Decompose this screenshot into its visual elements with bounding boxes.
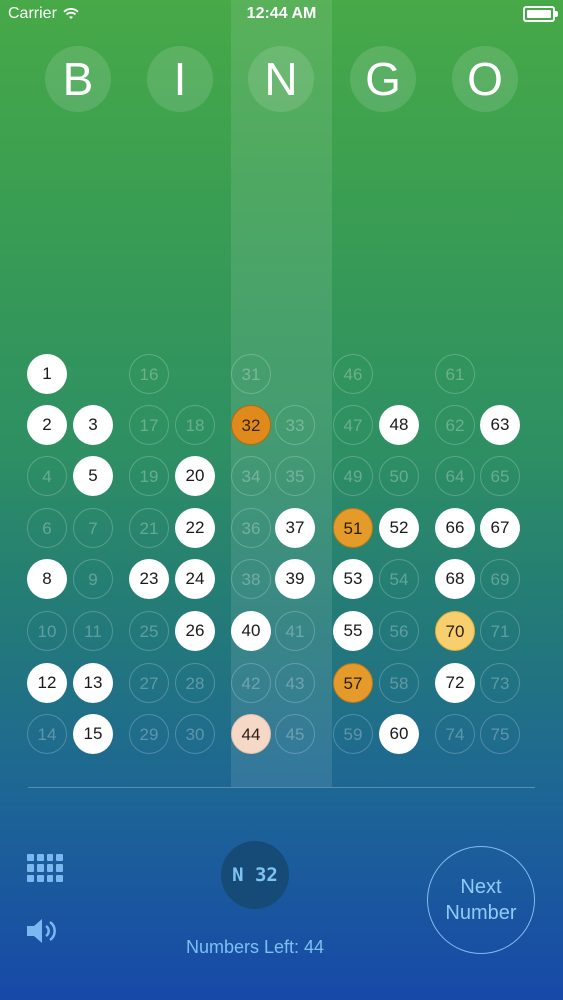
ball-63: 63	[480, 405, 520, 445]
ball-50: 50	[379, 456, 419, 496]
ball-45: 45	[275, 714, 315, 754]
header-letter-g: G	[350, 46, 416, 112]
ball-20: 20	[175, 456, 215, 496]
ball-24: 24	[175, 559, 215, 599]
ball-64: 64	[435, 456, 475, 496]
ball-51: 51	[333, 508, 373, 548]
ball-3: 3	[73, 405, 113, 445]
ball-66: 66	[435, 508, 475, 548]
ball-9: 9	[73, 559, 113, 599]
ball-22: 22	[175, 508, 215, 548]
ball-16: 16	[129, 354, 169, 394]
ball-15: 15	[73, 714, 113, 754]
ball-52: 52	[379, 508, 419, 548]
ball-65: 65	[480, 456, 520, 496]
next-number-button[interactable]: Next Number	[427, 846, 535, 954]
ball-11: 11	[73, 611, 113, 651]
ball-26: 26	[175, 611, 215, 651]
ball-70: 70	[435, 611, 475, 651]
ball-34: 34	[231, 456, 271, 496]
ball-18: 18	[175, 405, 215, 445]
ball-61: 61	[435, 354, 475, 394]
ball-10: 10	[27, 611, 67, 651]
ball-58: 58	[379, 663, 419, 703]
ball-54: 54	[379, 559, 419, 599]
header-letter-o: O	[452, 46, 518, 112]
bingo-header: BINGO	[0, 46, 563, 112]
battery-icon	[523, 6, 558, 22]
ball-33: 33	[275, 405, 315, 445]
status-bar: Carrier 12:44 AM	[0, 0, 563, 30]
ball-56: 56	[379, 611, 419, 651]
ball-48: 48	[379, 405, 419, 445]
ball-30: 30	[175, 714, 215, 754]
grid-icon	[27, 854, 34, 862]
ball-59: 59	[333, 714, 373, 754]
ball-68: 68	[435, 559, 475, 599]
ball-35: 35	[275, 456, 315, 496]
header-letter-b: B	[45, 46, 111, 112]
ball-46: 46	[333, 354, 373, 394]
ball-75: 75	[480, 714, 520, 754]
header-letter-i: I	[147, 46, 213, 112]
ball-5: 5	[73, 456, 113, 496]
ball-42: 42	[231, 663, 271, 703]
ball-72: 72	[435, 663, 475, 703]
ball-25: 25	[129, 611, 169, 651]
ball-44: 44	[231, 714, 271, 754]
ball-17: 17	[129, 405, 169, 445]
next-button-line1: Next	[460, 876, 502, 898]
ball-2: 2	[27, 405, 67, 445]
ball-60: 60	[379, 714, 419, 754]
ball-69: 69	[480, 559, 520, 599]
ball-55: 55	[333, 611, 373, 651]
ball-40: 40	[231, 611, 271, 651]
ball-8: 8	[27, 559, 67, 599]
ball-1: 1	[27, 354, 67, 394]
ball-23: 23	[129, 559, 169, 599]
ball-49: 49	[333, 456, 373, 496]
ball-39: 39	[275, 559, 315, 599]
ball-36: 36	[231, 508, 271, 548]
ball-31: 31	[231, 354, 271, 394]
ball-43: 43	[275, 663, 315, 703]
ball-41: 41	[275, 611, 315, 651]
next-button-line2: Number	[445, 902, 517, 924]
ball-14: 14	[27, 714, 67, 754]
ball-32: 32	[231, 405, 271, 445]
ball-67: 67	[480, 508, 520, 548]
ball-21: 21	[129, 508, 169, 548]
numbers-left-label: Numbers Left: 44	[185, 937, 325, 957]
header-letter-n: N	[248, 46, 314, 112]
ball-71: 71	[480, 611, 520, 651]
ball-19: 19	[129, 456, 169, 496]
ball-38: 38	[231, 559, 271, 599]
ball-37: 37	[275, 508, 315, 548]
ball-74: 74	[435, 714, 475, 754]
ball-27: 27	[129, 663, 169, 703]
current-call-badge: N 32	[221, 841, 289, 909]
ball-12: 12	[27, 663, 67, 703]
ball-28: 28	[175, 663, 215, 703]
ball-47: 47	[333, 405, 373, 445]
ball-73: 73	[480, 663, 520, 703]
ball-13: 13	[73, 663, 113, 703]
ball-29: 29	[129, 714, 169, 754]
ball-62: 62	[435, 405, 475, 445]
ball-6: 6	[27, 508, 67, 548]
ball-53: 53	[333, 559, 373, 599]
ball-57: 57	[333, 663, 373, 703]
divider	[28, 787, 535, 788]
clock: 12:44 AM	[246, 5, 317, 22]
ball-4: 4	[27, 456, 67, 496]
ball-7: 7	[73, 508, 113, 548]
board-grid-button[interactable]	[27, 854, 63, 882]
